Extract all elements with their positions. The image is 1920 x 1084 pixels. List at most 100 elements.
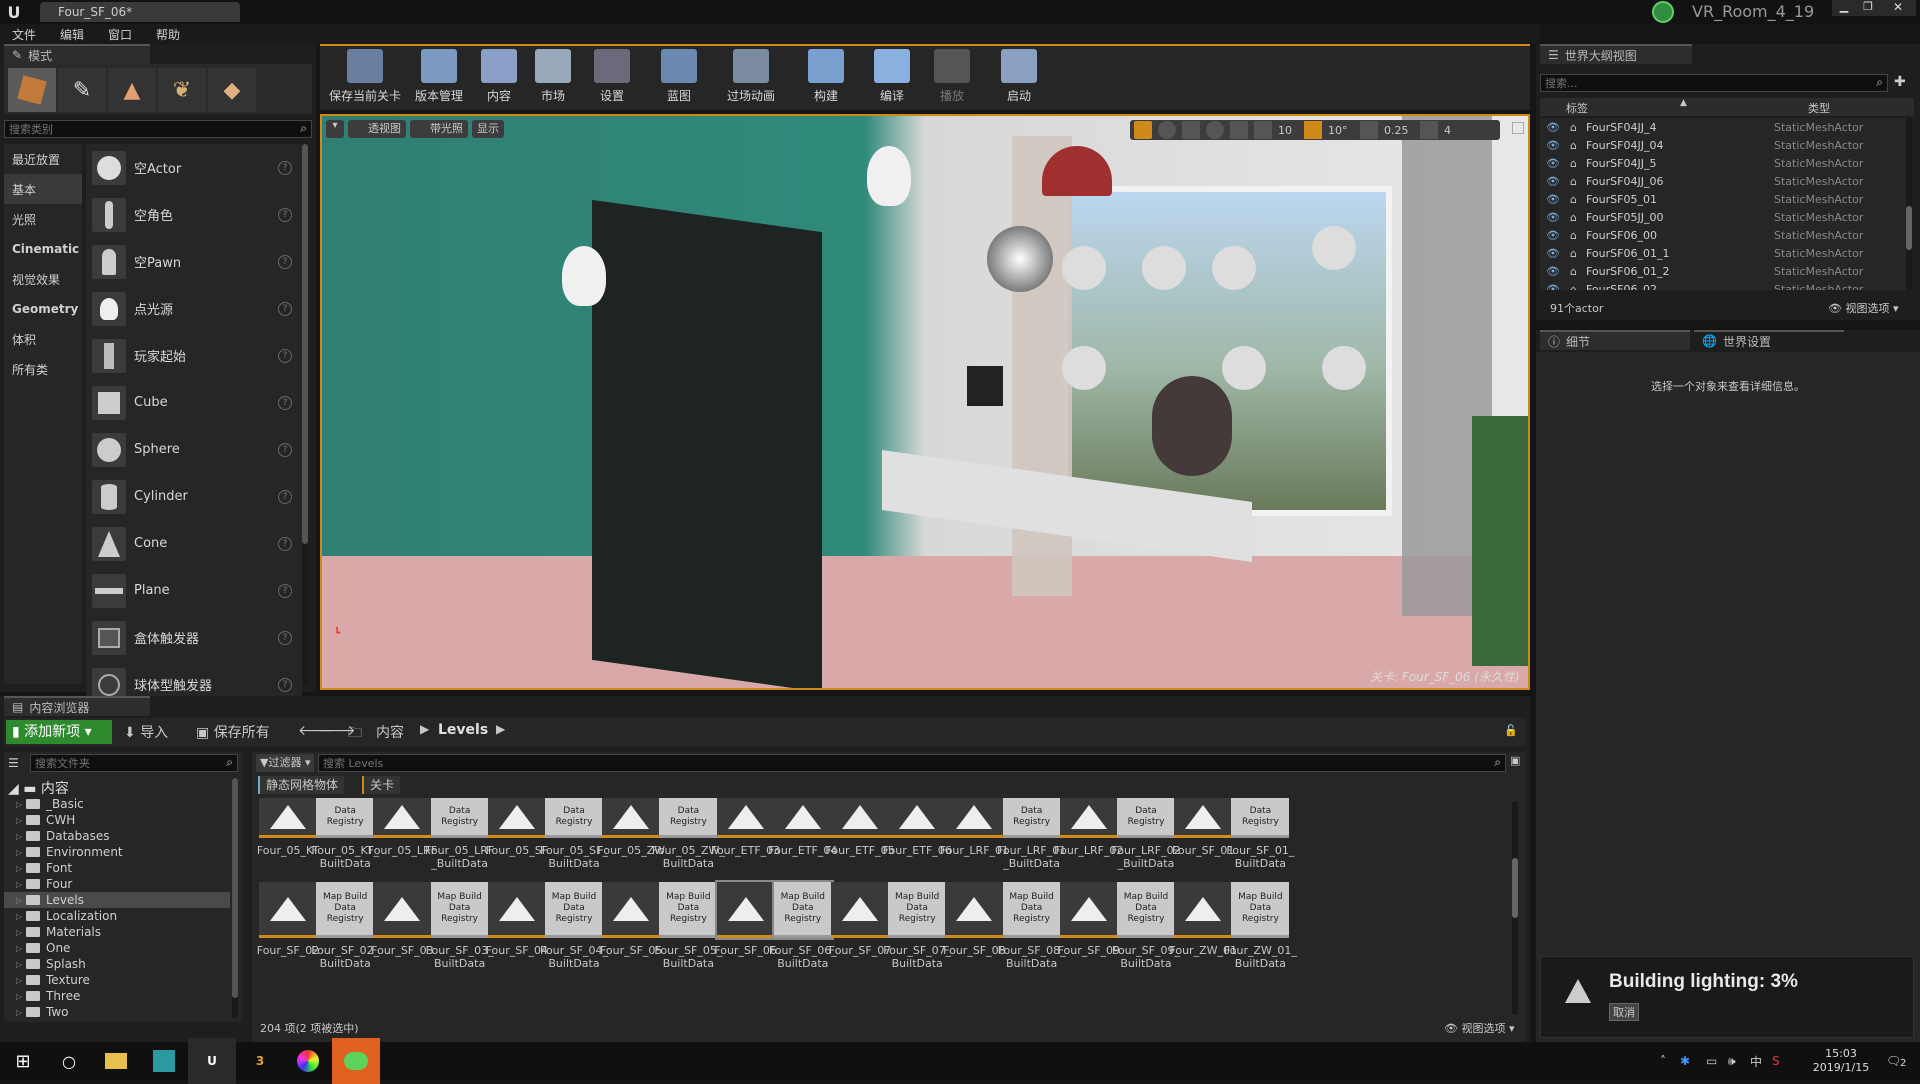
clock[interactable]: 15:03 2019/1/15 — [1796, 1047, 1886, 1075]
visibility-eye-icon[interactable]: 👁 — [1540, 229, 1570, 242]
lit-button[interactable]: 带光照 — [410, 120, 468, 138]
category-basic[interactable]: 基本 — [4, 174, 82, 204]
search-icon[interactable]: ⌕ — [300, 121, 307, 136]
filter-chip-static-mesh[interactable]: 静态网格物体 — [258, 776, 345, 794]
level-asset[interactable]: Four_LRF_01 — [940, 798, 1009, 870]
class-search-input[interactable] — [5, 121, 285, 137]
folder-item[interactable]: ▷ Two — [4, 1004, 230, 1018]
move-tool-icon[interactable] — [1134, 121, 1152, 139]
lightbulb-icon[interactable] — [562, 246, 606, 306]
level-asset[interactable]: Four_SF_03 — [371, 882, 434, 970]
expand-arrow-icon[interactable]: ▷ — [16, 880, 26, 889]
build-data-asset[interactable]: Data Registry Four_05_ZW_ BuiltData — [652, 798, 725, 870]
help-icon[interactable]: ? — [278, 583, 292, 598]
level-asset[interactable]: Four_SF_01 — [1172, 798, 1234, 870]
outliner-row[interactable]: 👁 ⌂ FourSF05JJ_00 StaticMeshActor — [1540, 208, 1906, 226]
sogou-icon[interactable]: S — [1772, 1054, 1796, 1068]
outliner-row[interactable]: 👁 ⌂ FourSF06_01_2 StaticMeshActor — [1540, 262, 1906, 280]
place-item-plane[interactable]: Plane? — [86, 567, 302, 614]
place-item-sphere[interactable]: Sphere? — [86, 426, 302, 473]
unreal-logo-icon[interactable]: U — [4, 2, 24, 22]
spot-light-icon[interactable] — [1212, 246, 1256, 290]
folder-item[interactable]: ▷ _Basic — [4, 796, 230, 812]
folder-item[interactable]: ▷ Levels — [4, 892, 230, 908]
geometry-mode-icon[interactable]: ◆ — [208, 68, 256, 112]
visibility-eye-icon[interactable]: 👁 — [1540, 121, 1570, 134]
launch-button[interactable]: 启动 — [984, 46, 1054, 110]
grid-snap-value[interactable]: 10 — [1278, 124, 1298, 137]
build-data-asset[interactable]: Map Build Data Registry Four_SF_07_ Built… — [883, 882, 951, 970]
spot-light-icon[interactable] — [1222, 346, 1266, 390]
level-asset[interactable]: Four_SF_08 — [943, 882, 1006, 970]
expand-arrow-icon[interactable]: ▷ — [16, 976, 26, 985]
volume-icon[interactable]: 🕪 — [1728, 1054, 1750, 1069]
search-icon[interactable]: ⌕ — [1876, 75, 1883, 90]
folder-item[interactable]: ▷ One — [4, 940, 230, 956]
level-asset[interactable]: Four_SF_09 — [1058, 882, 1120, 970]
level-asset[interactable]: Four_SF_06 — [714, 880, 777, 970]
place-item-point-light[interactable]: 点光源? — [86, 285, 302, 332]
expand-arrow-icon[interactable]: ▷ — [16, 1008, 26, 1017]
settings-button[interactable]: 设置 — [580, 46, 644, 110]
place-item-player-start[interactable]: 玩家起始? — [86, 332, 302, 379]
outliner-row[interactable]: 👁 ⌂ FourSF04JJ_06 StaticMeshActor — [1540, 172, 1906, 190]
world-space-icon[interactable] — [1206, 121, 1224, 139]
expand-arrow-icon[interactable]: ▷ — [16, 864, 26, 873]
expand-arrow-icon[interactable]: ▷ — [16, 928, 26, 937]
notification-center-icon[interactable]: 🗨 2 — [1886, 1054, 1920, 1069]
search-icon[interactable]: ⌕ — [226, 755, 233, 770]
build-data-asset[interactable]: Data Registry Four_05_KT_ BuiltData — [311, 798, 379, 870]
column-type-header[interactable]: 类型 — [1808, 100, 1830, 116]
expand-arrow-icon[interactable]: ▷ — [16, 992, 26, 1001]
level-asset[interactable]: Four_ETF_05 — [825, 798, 895, 870]
blueprints-button[interactable]: 蓝图 — [644, 46, 714, 110]
help-icon[interactable]: ? — [278, 442, 292, 457]
level-asset[interactable]: Four_05_KT — [257, 798, 319, 870]
visibility-eye-icon[interactable]: 👁 — [1540, 193, 1570, 206]
bluetooth-icon[interactable]: ✱ — [1680, 1054, 1706, 1068]
chevron-right-icon[interactable]: ▶ — [496, 722, 505, 736]
world-settings-tab[interactable]: 🌐 世界设置 — [1694, 330, 1844, 350]
scale-snap-value[interactable]: 0.25 — [1384, 124, 1414, 137]
outliner-row[interactable]: 👁 ⌂ FourSF06_02 StaticMeshActor — [1540, 280, 1906, 291]
3dsmax-icon[interactable]: 3 — [236, 1038, 284, 1084]
file-explorer-icon[interactable] — [92, 1038, 140, 1084]
spot-light-icon[interactable] — [1062, 346, 1106, 390]
category-geometry[interactable]: Geometry — [4, 294, 82, 324]
build-data-asset[interactable]: Data Registry Four_LRF_01 _BuiltData — [997, 798, 1066, 870]
lock-icon[interactable]: 🔓 — [1504, 724, 1518, 737]
folder-tree-scrollbar[interactable] — [232, 778, 238, 1018]
visibility-eye-icon[interactable]: 👁 — [1540, 157, 1570, 170]
details-tab[interactable]: ⓘ 细节 — [1540, 330, 1690, 350]
column-label-header[interactable]: 标签 — [1566, 100, 1588, 116]
visibility-eye-icon[interactable]: 👁 — [1540, 265, 1570, 278]
level-asset[interactable]: Four_05_LRF — [368, 798, 437, 870]
expand-arrow-icon[interactable]: ▷ — [16, 944, 26, 953]
expand-arrow-icon[interactable]: ◢ — [8, 781, 23, 797]
level-asset[interactable]: Four_ETF_04 — [768, 798, 837, 870]
folder-item[interactable]: ▷ Materials — [4, 924, 230, 940]
folder-search-input[interactable] — [31, 755, 211, 771]
rotate-tool-icon[interactable] — [1158, 121, 1176, 139]
filters-button[interactable]: ▼过滤器 ▾ — [256, 754, 314, 772]
build-data-asset[interactable]: Map Build Data Registry Four_SF_09_ Built… — [1112, 882, 1180, 970]
toggle-sources-icon[interactable]: ☰ — [8, 756, 24, 772]
source-control-button[interactable]: 版本管理 — [406, 46, 472, 110]
rotation-snap-icon[interactable] — [1304, 121, 1322, 139]
asset-search-input[interactable] — [319, 755, 1469, 771]
visibility-eye-icon[interactable]: 👁 — [1540, 139, 1570, 152]
folder-item[interactable]: ▷ Texture — [4, 972, 230, 988]
expand-arrow-icon[interactable]: ▷ — [16, 960, 26, 969]
place-item-cube[interactable]: Cube? — [86, 379, 302, 426]
visibility-eye-icon[interactable]: 👁 — [1540, 211, 1570, 224]
search-icon[interactable]: ⌕ — [1494, 755, 1501, 770]
chevron-right-icon[interactable]: ▶ — [420, 722, 429, 736]
folder-item[interactable]: ▷ CWH — [4, 812, 230, 828]
visibility-eye-icon[interactable]: 👁 — [1540, 283, 1570, 291]
build-data-asset[interactable]: Map Build Data Registry Four_SF_03_ Built… — [426, 882, 494, 970]
help-icon[interactable]: ? — [278, 207, 292, 222]
maximize-viewport-icon[interactable] — [1512, 122, 1524, 134]
folder-item[interactable]: ▷ Databases — [4, 828, 230, 844]
show-button[interactable]: 显示 — [472, 120, 504, 138]
folder-item[interactable]: ▷ Splash — [4, 956, 230, 972]
